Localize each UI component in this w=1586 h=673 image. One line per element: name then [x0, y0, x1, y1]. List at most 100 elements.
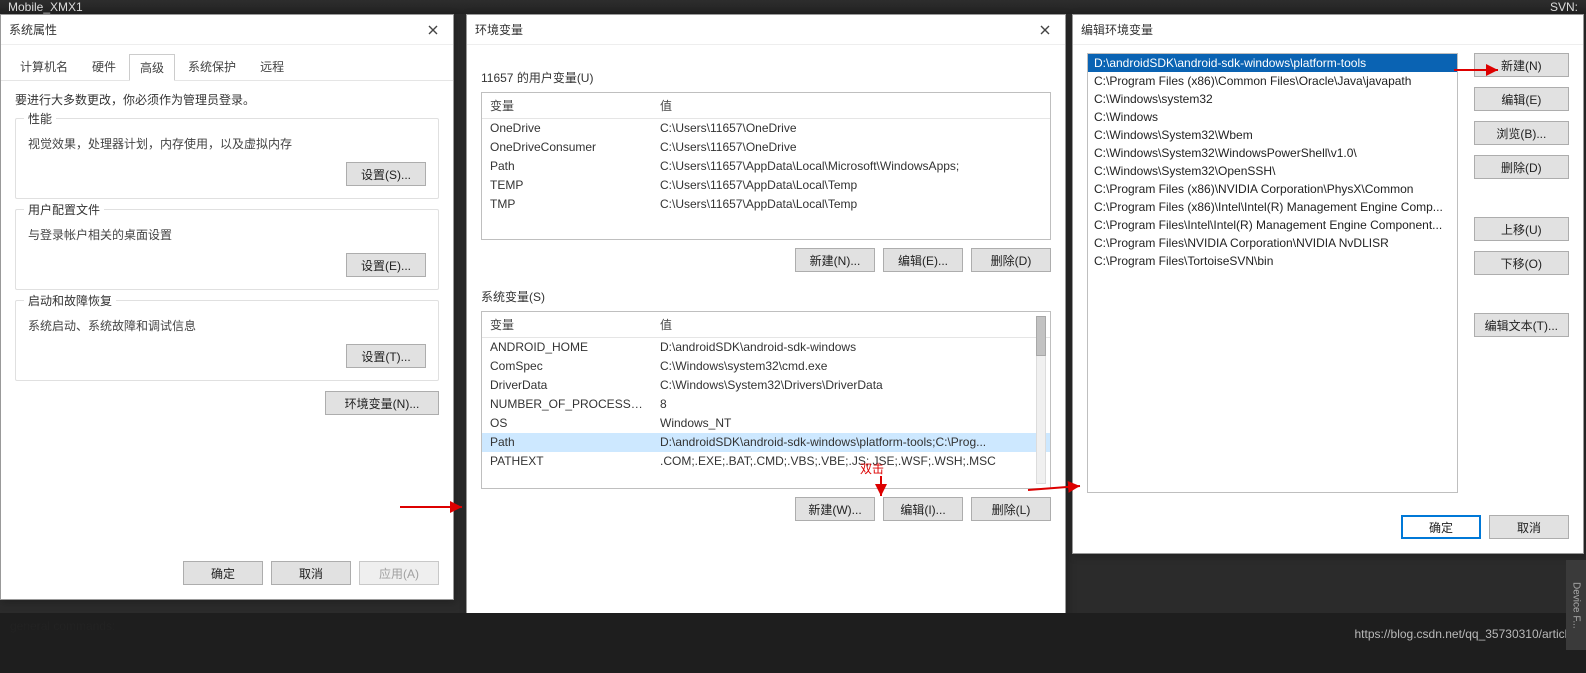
- section-performance: 性能 视觉效果，处理器计划，内存使用，以及虚拟内存 设置(S)...: [15, 118, 439, 199]
- var-name: Path: [482, 433, 652, 451]
- tab-1[interactable]: 硬件: [81, 53, 127, 80]
- browse-button[interactable]: 浏览(B)...: [1474, 121, 1569, 145]
- watermark-text: https://blog.csdn.net/qq_35730310/articl…: [1355, 627, 1575, 641]
- move-down-button[interactable]: 下移(O): [1474, 251, 1569, 275]
- ide-console: general commands:: [0, 613, 1586, 673]
- tab-bar: 计算机名硬件高级系统保护远程: [1, 45, 453, 81]
- section-desc: 与登录帐户相关的桌面设置: [28, 226, 426, 243]
- table-row[interactable]: TMPC:\Users\11657\AppData\Local\Temp: [482, 195, 1050, 214]
- sys-new-button[interactable]: 新建(W)...: [795, 497, 875, 521]
- var-value: C:\Users\11657\AppData\Local\Temp: [652, 176, 1050, 194]
- move-up-button[interactable]: 上移(U): [1474, 217, 1569, 241]
- var-name: PATHEXT: [482, 452, 652, 470]
- table-row[interactable]: PATHEXT.COM;.EXE;.BAT;.CMD;.VBS;.VBE;.JS…: [482, 452, 1050, 471]
- section-profile: 用户配置文件 与登录帐户相关的桌面设置 设置(E)...: [15, 209, 439, 290]
- ok-button[interactable]: 确定: [183, 561, 263, 585]
- var-value: 8: [652, 395, 1050, 413]
- col-name[interactable]: 变量: [482, 312, 652, 337]
- table-row[interactable]: ANDROID_HOMED:\androidSDK\android-sdk-wi…: [482, 338, 1050, 357]
- env-vars-button[interactable]: 环境变量(N)...: [325, 391, 439, 415]
- col-name[interactable]: 变量: [482, 93, 652, 118]
- admin-note: 要进行大多数更改，你必须作为管理员登录。: [15, 91, 439, 108]
- var-value: .COM;.EXE;.BAT;.CMD;.VBS;.VBE;.JS;.JSE;.…: [652, 452, 1050, 470]
- edit-env-var-dialog: 编辑环境变量 D:\androidSDK\android-sdk-windows…: [1072, 14, 1584, 554]
- table-row[interactable]: OneDriveConsumerC:\Users\11657\OneDrive: [482, 138, 1050, 157]
- var-value: C:\Users\11657\AppData\Local\Temp: [652, 195, 1050, 213]
- ok-button[interactable]: 确定: [1401, 515, 1481, 539]
- close-icon[interactable]: [421, 18, 445, 42]
- list-item[interactable]: C:\Program Files\Intel\Intel(R) Manageme…: [1088, 216, 1457, 234]
- var-name: TEMP: [482, 176, 652, 194]
- titlebar[interactable]: 编辑环境变量: [1073, 15, 1583, 45]
- sys-edit-button[interactable]: 编辑(I)...: [883, 497, 963, 521]
- table-row[interactable]: TEMPC:\Users\11657\AppData\Local\Temp: [482, 176, 1050, 195]
- user-vars-list[interactable]: 变量 值 OneDriveC:\Users\11657\OneDriveOneD…: [481, 92, 1051, 240]
- scrollbar-thumb[interactable]: [1036, 316, 1046, 356]
- tab-0[interactable]: 计算机名: [9, 53, 79, 80]
- list-item[interactable]: C:\Program Files (x86)\Intel\Intel(R) Ma…: [1088, 198, 1457, 216]
- list-item[interactable]: C:\Program Files\NVIDIA Corporation\NVID…: [1088, 234, 1457, 252]
- section-desc: 系统启动、系统故障和调试信息: [28, 317, 426, 334]
- path-list[interactable]: D:\androidSDK\android-sdk-windows\platfo…: [1087, 53, 1458, 493]
- table-row[interactable]: NUMBER_OF_PROCESSORS8: [482, 395, 1050, 414]
- user-new-button[interactable]: 新建(N)...: [795, 248, 875, 272]
- system-properties-dialog: 系统属性 计算机名硬件高级系统保护远程 要进行大多数更改，你必须作为管理员登录。…: [0, 14, 454, 600]
- list-item[interactable]: C:\Windows\System32\WindowsPowerShell\v1…: [1088, 144, 1457, 162]
- device-panel-badge[interactable]: Device F...: [1566, 560, 1586, 650]
- edit-button[interactable]: 编辑(E): [1474, 87, 1569, 111]
- col-value[interactable]: 值: [652, 312, 1050, 337]
- var-value: C:\Windows\System32\Drivers\DriverData: [652, 376, 1050, 394]
- table-row[interactable]: PathC:\Users\11657\AppData\Local\Microso…: [482, 157, 1050, 176]
- list-item[interactable]: C:\Windows\System32\Wbem: [1088, 126, 1457, 144]
- var-name: OneDriveConsumer: [482, 138, 652, 156]
- perf-settings-button[interactable]: 设置(S)...: [346, 162, 426, 186]
- var-value: C:\Users\11657\AppData\Local\Microsoft\W…: [652, 157, 1050, 175]
- var-value: D:\androidSDK\android-sdk-windows: [652, 338, 1050, 356]
- table-row[interactable]: OneDriveC:\Users\11657\OneDrive: [482, 119, 1050, 138]
- toolbar-project: Mobile_XMX1: [8, 0, 83, 14]
- table-row[interactable]: OSWindows_NT: [482, 414, 1050, 433]
- var-value: D:\androidSDK\android-sdk-windows\platfo…: [652, 433, 1050, 451]
- user-delete-button[interactable]: 删除(D): [971, 248, 1051, 272]
- annotation-text: 双击: [860, 460, 884, 477]
- list-item[interactable]: C:\Program Files (x86)\NVIDIA Corporatio…: [1088, 180, 1457, 198]
- sys-delete-button[interactable]: 删除(L): [971, 497, 1051, 521]
- user-edit-button[interactable]: 编辑(E)...: [883, 248, 963, 272]
- var-name: NUMBER_OF_PROCESSORS: [482, 395, 652, 413]
- section-startup: 启动和故障恢复 系统启动、系统故障和调试信息 设置(T)...: [15, 300, 439, 381]
- cancel-button[interactable]: 取消: [1489, 515, 1569, 539]
- list-item[interactable]: D:\androidSDK\android-sdk-windows\platfo…: [1088, 54, 1457, 72]
- tab-3[interactable]: 系统保护: [177, 53, 247, 80]
- tab-4[interactable]: 远程: [249, 53, 295, 80]
- section-legend: 性能: [24, 110, 56, 127]
- list-item[interactable]: C:\Windows: [1088, 108, 1457, 126]
- apply-button: 应用(A): [359, 561, 439, 585]
- var-name: DriverData: [482, 376, 652, 394]
- col-value[interactable]: 值: [652, 93, 1050, 118]
- new-button[interactable]: 新建(N): [1474, 53, 1569, 77]
- list-item[interactable]: C:\Program Files\TortoiseSVN\bin: [1088, 252, 1457, 270]
- ide-toolbar: Mobile_XMX1 SVN:: [0, 0, 1586, 14]
- toolbar-svn: SVN:: [1550, 0, 1578, 14]
- sys-vars-list[interactable]: 变量 值 ANDROID_HOMED:\androidSDK\android-s…: [481, 311, 1051, 489]
- profile-settings-button[interactable]: 设置(E)...: [346, 253, 426, 277]
- list-item[interactable]: C:\Windows\System32\OpenSSH\: [1088, 162, 1457, 180]
- sys-vars-label: 系统变量(S): [481, 288, 1051, 305]
- close-icon[interactable]: [1033, 18, 1057, 42]
- table-row[interactable]: PathD:\androidSDK\android-sdk-windows\pl…: [482, 433, 1050, 452]
- list-item[interactable]: C:\Windows\system32: [1088, 90, 1457, 108]
- table-row[interactable]: DriverDataC:\Windows\System32\Drivers\Dr…: [482, 376, 1050, 395]
- var-name: ANDROID_HOME: [482, 338, 652, 356]
- titlebar[interactable]: 环境变量: [467, 15, 1065, 45]
- var-name: Path: [482, 157, 652, 175]
- cancel-button[interactable]: 取消: [271, 561, 351, 585]
- startup-settings-button[interactable]: 设置(T)...: [346, 344, 426, 368]
- table-row[interactable]: ComSpecC:\Windows\system32\cmd.exe: [482, 357, 1050, 376]
- env-vars-dialog: 环境变量 11657 的用户变量(U) 变量 值 OneDriveC:\User…: [466, 14, 1066, 654]
- delete-button[interactable]: 删除(D): [1474, 155, 1569, 179]
- tab-2[interactable]: 高级: [129, 54, 175, 81]
- dialog-title: 环境变量: [475, 21, 1033, 38]
- titlebar[interactable]: 系统属性: [1, 15, 453, 45]
- edit-text-button[interactable]: 编辑文本(T)...: [1474, 313, 1569, 337]
- list-item[interactable]: C:\Program Files (x86)\Common Files\Orac…: [1088, 72, 1457, 90]
